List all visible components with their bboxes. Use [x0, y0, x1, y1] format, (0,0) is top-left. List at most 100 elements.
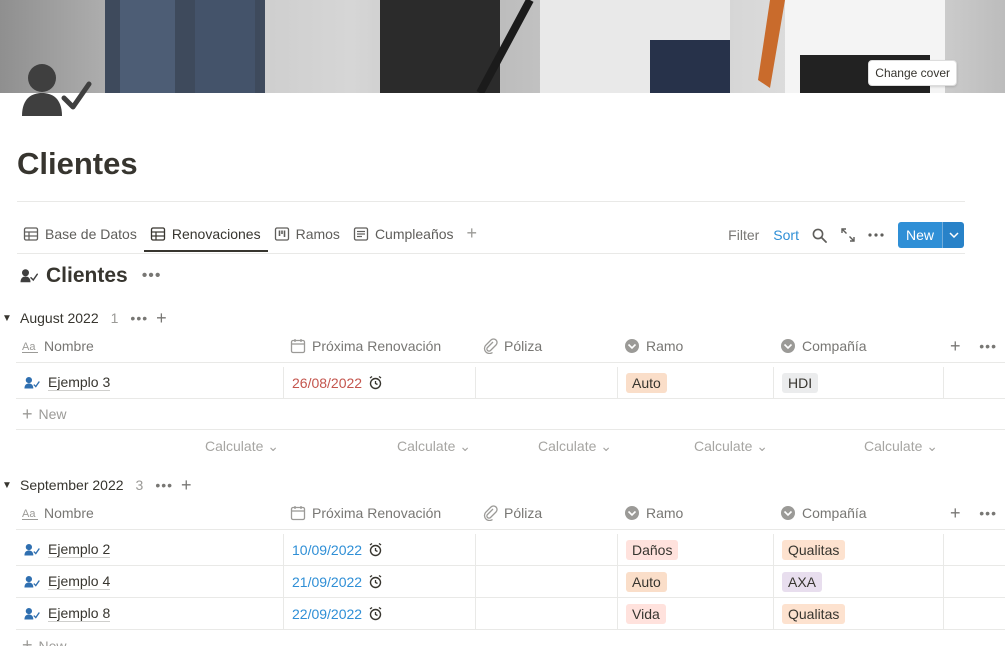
cell-poliza[interactable]: [476, 534, 618, 565]
row-name[interactable]: Ejemplo 2: [48, 541, 111, 558]
more-options-icon[interactable]: •••: [979, 338, 997, 354]
column-header-poliza[interactable]: Póliza: [476, 330, 618, 362]
tab-renovaciones[interactable]: Renovaciones: [143, 220, 268, 252]
add-column-icon[interactable]: +: [950, 336, 961, 357]
more-options-icon[interactable]: •••: [155, 477, 173, 493]
column-header-poliza[interactable]: Póliza: [476, 497, 618, 529]
column-label: Póliza: [504, 338, 543, 354]
cell-ramo[interactable]: Vida: [618, 598, 774, 629]
cell-proxima-renovacion[interactable]: 10/09/2022: [284, 534, 476, 565]
collapse-triangle-icon[interactable]: ▼: [2, 480, 14, 491]
group-header: ▼ September 2022 3 ••• +: [0, 472, 192, 498]
calculate-ramo[interactable]: Calculate ⌄: [694, 438, 768, 455]
cell-compania[interactable]: Qualitas: [774, 534, 944, 565]
more-options-icon[interactable]: •••: [979, 505, 997, 521]
paperclip-icon: [483, 505, 498, 521]
cell-compania[interactable]: HDI: [774, 367, 944, 398]
new-button-label[interactable]: New: [897, 222, 942, 248]
user-check-icon[interactable]: [20, 62, 92, 120]
table-row[interactable]: Ejemplo 3 26/08/2022 Auto HDI: [16, 367, 1005, 399]
column-header-compania[interactable]: Compañía: [774, 497, 944, 529]
column-label: Nombre: [44, 338, 94, 354]
column-header-ramo[interactable]: Ramo: [618, 497, 774, 529]
column-header-proxima-renovacion[interactable]: Próxima Renovación: [284, 330, 476, 362]
user-check-icon: [24, 376, 40, 389]
tag-compania: Qualitas: [782, 539, 846, 560]
add-icon[interactable]: +: [156, 308, 167, 329]
add-row-button[interactable]: + New: [16, 630, 1005, 646]
filter-button[interactable]: Filter: [721, 223, 766, 247]
new-record-button[interactable]: New: [897, 222, 964, 248]
table-row[interactable]: Ejemplo 8 22/09/2022 Vida Qualitas: [16, 598, 1005, 630]
select-icon: [625, 506, 639, 520]
page-cover: Change cover: [0, 0, 1005, 93]
cell-empty: [944, 367, 1005, 398]
cell-empty: [944, 598, 1005, 629]
cell-poliza[interactable]: [476, 566, 618, 597]
group-august-2022: ▼ August 2022 1 ••• + Aa Nombre Próxima …: [0, 305, 1005, 455]
column-header-ramo[interactable]: Ramo: [618, 330, 774, 362]
user-check-icon: [24, 543, 40, 556]
row-name[interactable]: Ejemplo 8: [48, 605, 111, 622]
table-row[interactable]: Ejemplo 4 21/09/2022 Auto AXA: [16, 566, 1005, 598]
select-icon: [625, 339, 639, 353]
cell-compania[interactable]: AXA: [774, 566, 944, 597]
column-header-proxima-renovacion[interactable]: Próxima Renovación: [284, 497, 476, 529]
more-options-icon[interactable]: [862, 222, 890, 248]
column-label: Ramo: [646, 338, 684, 354]
cell-proxima-renovacion[interactable]: 26/08/2022: [284, 367, 476, 398]
add-column-icon[interactable]: +: [950, 503, 961, 524]
expand-icon[interactable]: [834, 222, 862, 248]
tab-base-de-datos[interactable]: Base de Datos: [17, 220, 144, 252]
cell-empty: [944, 534, 1005, 565]
change-cover-button[interactable]: Change cover: [868, 60, 957, 86]
cell-ramo[interactable]: Auto: [618, 367, 774, 398]
database-title-text[interactable]: Clientes: [46, 264, 128, 288]
cell-proxima-renovacion[interactable]: 22/09/2022: [284, 598, 476, 629]
add-view-plus-icon[interactable]: +: [461, 220, 484, 247]
renewal-date: 22/09/2022: [292, 605, 363, 622]
divider: [17, 201, 965, 202]
calculate-proxima-renovacion[interactable]: Calculate ⌄: [397, 438, 471, 455]
table-row[interactable]: Ejemplo 2 10/09/2022 Daños Qualitas: [16, 534, 1005, 566]
cell-compania[interactable]: Qualitas: [774, 598, 944, 629]
cell-nombre[interactable]: Ejemplo 8: [16, 598, 284, 629]
calculate-nombre[interactable]: Calculate ⌄: [205, 438, 279, 455]
sort-button[interactable]: Sort: [766, 223, 806, 247]
svg-text:Aa: Aa: [22, 508, 36, 520]
calculate-compania[interactable]: Calculate ⌄: [864, 438, 938, 455]
column-label: Nombre: [44, 505, 94, 521]
cell-ramo[interactable]: Daños: [618, 534, 774, 565]
tab-cumpleanos[interactable]: Cumpleaños: [347, 220, 461, 252]
tab-ramos[interactable]: Ramos: [268, 220, 347, 252]
search-icon[interactable]: [806, 222, 834, 248]
column-label: Compañía: [802, 338, 867, 354]
cell-ramo[interactable]: Auto: [618, 566, 774, 597]
user-check-icon: [24, 575, 40, 588]
column-header-nombre[interactable]: Aa Nombre: [16, 497, 284, 529]
more-options-icon[interactable]: •••: [130, 310, 148, 326]
table-icon: [150, 227, 165, 241]
column-header-nombre[interactable]: Aa Nombre: [16, 330, 284, 362]
plus-icon: +: [22, 403, 33, 424]
text-aa-icon: Aa: [22, 508, 38, 520]
cell-nombre[interactable]: Ejemplo 2: [16, 534, 284, 565]
board-icon: [274, 227, 289, 241]
chevron-down-icon[interactable]: [942, 222, 964, 248]
cell-poliza[interactable]: [476, 598, 618, 629]
database-toolbar: Filter Sort New: [721, 222, 964, 248]
add-row-button[interactable]: + New: [16, 399, 1005, 430]
row-name[interactable]: Ejemplo 3: [48, 374, 111, 391]
cell-nombre[interactable]: Ejemplo 4: [16, 566, 284, 597]
cell-nombre[interactable]: Ejemplo 3: [16, 367, 284, 398]
row-name[interactable]: Ejemplo 4: [48, 573, 111, 590]
add-icon[interactable]: +: [181, 475, 192, 496]
new-row-label: New: [38, 406, 67, 422]
tag-compania: Qualitas: [782, 603, 846, 624]
collapse-triangle-icon[interactable]: ▼: [2, 313, 14, 324]
cell-proxima-renovacion[interactable]: 21/09/2022: [284, 566, 476, 597]
calculate-poliza[interactable]: Calculate ⌄: [538, 438, 612, 455]
column-header-compania[interactable]: Compañía: [774, 330, 944, 362]
cell-poliza[interactable]: [476, 367, 618, 398]
more-options-icon[interactable]: •••: [142, 267, 162, 285]
